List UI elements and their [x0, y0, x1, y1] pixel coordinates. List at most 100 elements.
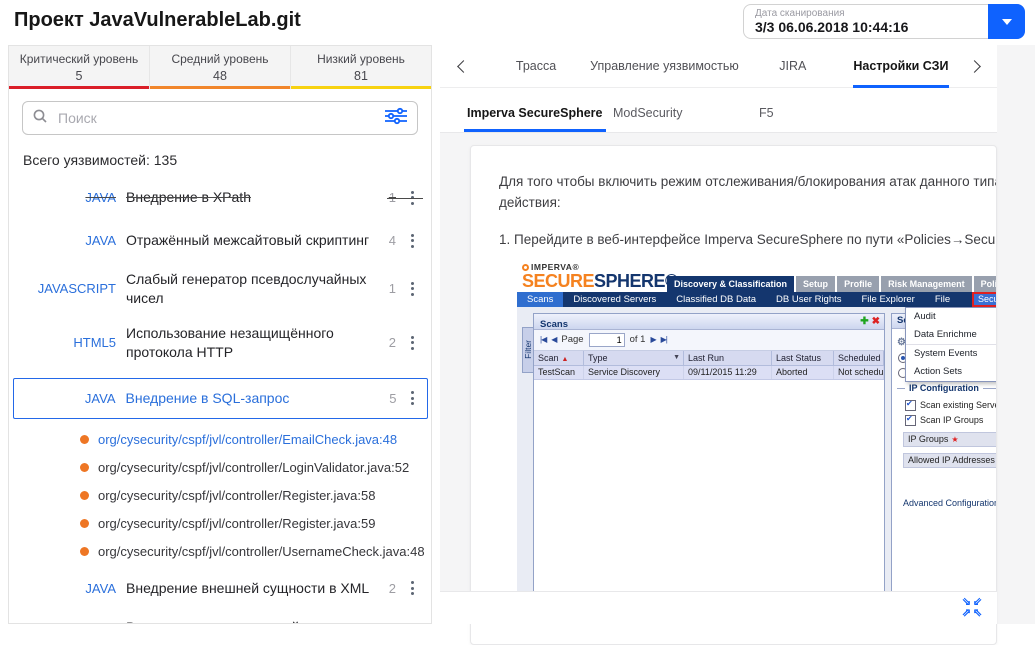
vulnerability-row[interactable]: JAVASCRIPT Слабый генератор псевдослучайн…: [22, 270, 418, 308]
tab-jira[interactable]: JIRA: [739, 45, 847, 88]
column-dropdown-icon: ▼: [673, 353, 680, 361]
imperva-nav-tab: Scans: [517, 291, 564, 307]
subtab-imperva-securesphere[interactable]: Imperva SecureSphere: [464, 106, 610, 132]
severity-tab-label: Средний уровень: [171, 52, 269, 66]
vulnerability-count: 2: [388, 580, 396, 596]
vulnerability-row[interactable]: HTML5 Использование незащищённого протоко…: [22, 324, 418, 362]
page-number-input: [588, 332, 625, 347]
tab-управление-уязвимостью[interactable]: Управление уязвимостью: [590, 45, 739, 88]
vulnerability-file-link[interactable]: org/cysecurity/cspf/jvl/controller/Login…: [80, 460, 418, 475]
severity-tab[interactable]: Критический уровень 5: [9, 46, 150, 89]
vulnerability-title: Отражённый межсайтовый скриптинг: [126, 232, 370, 249]
vulnerability-file-link[interactable]: org/cysecurity/cspf/jvl/controller/Regis…: [80, 488, 418, 503]
scans-column-header: Last Run: [684, 350, 772, 365]
imperva-nav-bar: Scans Discovered Servers Classified DB Dat…: [517, 291, 996, 307]
vulnerability-title: Внедрение в XPath: [126, 189, 251, 206]
scans-panel-title: Scans: [540, 318, 568, 330]
file-path: org/cysecurity/cspf/jvl/controller/Usern…: [98, 543, 425, 559]
imperva-menu-item: Action Sets: [914, 365, 963, 377]
imperva-nav-tab: Discovered Servers: [573, 293, 657, 305]
scans-table-row: TestScan Service Discovery 09/11/2015 11:2…: [534, 365, 884, 380]
detail-tabs: Трасса Управление уязвимостью JIRA Настройк…: [482, 45, 955, 88]
subtab-f5[interactable]: F5: [756, 106, 902, 132]
imperva-nav-tab: Classified DB Data: [676, 293, 757, 305]
tab-настройки-сзи[interactable]: Настройки СЗИ: [847, 45, 955, 88]
imperva-top-tab: Discovery & Classification: [667, 275, 795, 292]
allowed-ip-field: Allowed IP Addresses: [903, 452, 996, 468]
kebab-menu-icon[interactable]: [407, 389, 419, 407]
filter-sliders-icon[interactable]: [384, 107, 408, 130]
severity-tab[interactable]: Низкий уровень 81: [291, 46, 431, 89]
imperva-logo-icon: [522, 263, 529, 271]
bullet-icon: [80, 434, 89, 444]
imperva-header: IMPERVA® SECURESPHERE® Discovery & Class…: [517, 263, 996, 292]
subtab-label: F5: [759, 106, 774, 120]
brand-secure: SECURE: [522, 271, 595, 292]
scans-cell: Aborted: [772, 365, 834, 379]
tabs-scroll-left-icon[interactable]: [440, 45, 482, 88]
severity-tab-label: Критический уровень: [19, 52, 139, 66]
bullet-icon: [80, 490, 89, 500]
scans-pagination: |◀ ◀ Page of 1 ▶ ▶|: [534, 329, 884, 351]
language-tag: HTML5: [73, 335, 116, 351]
vulnerability-row[interactable]: JAVAВнутренняя утечка ценной информации9: [22, 618, 418, 623]
advanced-configuration-link: Advanced Configuration: [903, 497, 997, 508]
vulnerability-row[interactable]: JAVA Внедрение в SQL-запрос 5: [12, 377, 428, 419]
caret-down-icon: [1001, 18, 1012, 25]
tab-трасса[interactable]: Трасса: [482, 45, 590, 88]
collapse-icon[interactable]: ⇘ ⇙ ⇗ ⇖: [961, 597, 983, 619]
last-page-icon: ▶|: [660, 335, 668, 345]
fieldset-legend: IP Configuration: [905, 382, 983, 393]
search-input[interactable]: [56, 109, 376, 127]
vulnerability-count: 1: [388, 281, 396, 297]
severity-color-bar: [9, 86, 149, 89]
sort-asc-icon: ▲: [561, 355, 569, 363]
language-tag: JAVA: [85, 233, 116, 248]
search-box[interactable]: [22, 101, 418, 135]
vulnerability-row[interactable]: JAVA Внедрение в XPath 1: [22, 184, 423, 211]
delete-icon: ✖: [871, 315, 880, 327]
kebab-menu-icon[interactable]: [406, 189, 418, 207]
waf-subtabs: Imperva SecureSphere ModSecurity F5: [440, 88, 997, 133]
imperva-filter-tab: Filter: [522, 326, 533, 373]
vulnerability-file-link[interactable]: org/cysecurity/cspf/jvl/controller/Regis…: [80, 516, 418, 531]
file-path: org/cysecurity/cspf/jvl/controller/Login…: [98, 459, 410, 475]
kebab-menu-icon[interactable]: [406, 280, 418, 298]
kebab-menu-icon[interactable]: [406, 334, 418, 352]
scans-cell: 09/11/2015 11:29: [684, 365, 772, 379]
required-star-icon: ★: [951, 434, 959, 444]
severity-color-bar: [291, 86, 431, 89]
tabs-scroll-right-icon[interactable]: [955, 45, 997, 88]
next-page-icon: ▶: [650, 335, 656, 345]
bullet-icon: [80, 518, 89, 528]
collapse-arrow: ⇗: [961, 607, 972, 619]
language-tag: JAVA: [84, 390, 116, 406]
imperva-menu-item: System Events: [906, 343, 996, 363]
imperva-top-tab: Setup: [796, 275, 836, 292]
prev-page-icon: ◀: [551, 335, 557, 345]
bullet-icon: [80, 546, 89, 556]
page-label: Page: [561, 334, 584, 346]
vulnerability-file-link[interactable]: org/cysecurity/cspf/jvl/controller/Email…: [80, 432, 418, 447]
vulnerability-file-link[interactable]: org/cysecurity/cspf/jvl/controller/Usern…: [80, 544, 425, 559]
imperva-menu-item: Audit: [914, 310, 936, 322]
first-page-icon: |◀: [540, 335, 547, 345]
kebab-menu-icon[interactable]: [406, 579, 418, 597]
scan-date-dropdown-button[interactable]: [988, 4, 1025, 39]
scan-date-dropdown[interactable]: Дата сканирования 3/3 06.06.2018 10:44:1…: [743, 4, 1025, 39]
imperva-nav-tab: File: [934, 293, 951, 305]
search-icon: [32, 108, 48, 129]
vulnerability-title: Внутренняя утечка ценной информации: [126, 618, 379, 623]
severity-tab[interactable]: Средний уровень 48: [150, 46, 291, 89]
vulnerability-list: JAVA Внедрение в XPath 1 JAVA Отражённый меж…: [9, 184, 431, 623]
severity-tab-label: Низкий уровень: [317, 52, 405, 66]
severity-tab-count: 48: [213, 69, 227, 83]
imperva-top-tab: Risk Management: [881, 275, 972, 292]
vulnerability-row[interactable]: JAVA Внедрение внешней сущности в XML 2: [22, 575, 418, 602]
guide-paragraph-line2: действия:: [499, 194, 561, 210]
vulnerability-count: 4: [388, 233, 396, 248]
vulnerability-row[interactable]: JAVA Отражённый межсайтовый скриптинг 4: [22, 227, 418, 254]
kebab-menu-icon[interactable]: [406, 232, 418, 250]
subtab-modsecurity[interactable]: ModSecurity: [610, 106, 756, 132]
imperva-screenshot: IMPERVA® SECURESPHERE® Discovery & Class…: [517, 263, 997, 608]
